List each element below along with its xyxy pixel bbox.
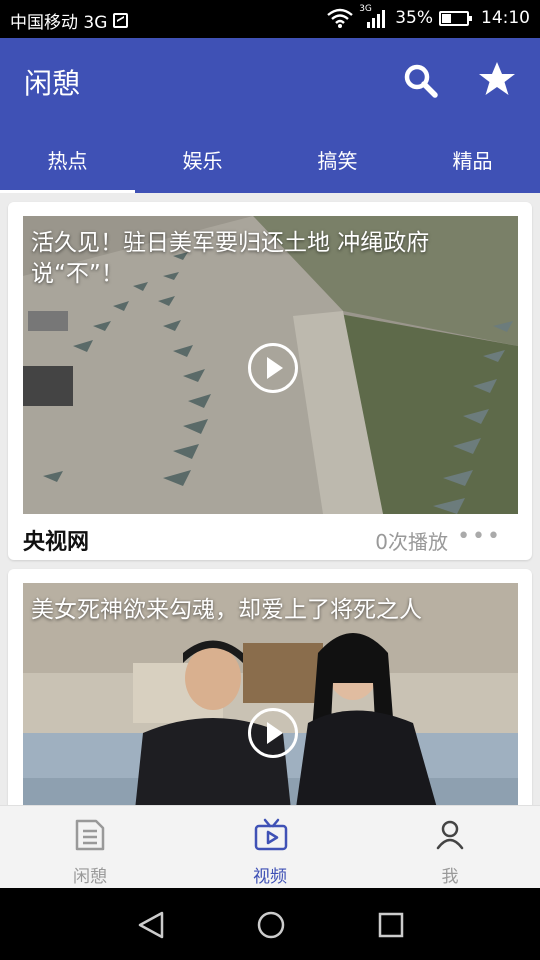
app-bar: 闲憩 热点 娱乐 搞笑 精品 — [0, 38, 540, 193]
bottom-nav: 闲憩 视频 我 — [0, 805, 540, 888]
search-icon[interactable] — [402, 62, 438, 98]
play-count: 0次播放 — [375, 530, 448, 554]
nav-label: 我 — [441, 867, 459, 887]
carrier-label: 中国移动 3G — [10, 13, 108, 33]
nav-label: 闲憩 — [73, 867, 107, 887]
tab-label: 搞笑 — [317, 149, 358, 173]
tab-label: 娱乐 — [182, 149, 223, 173]
battery-icon — [439, 10, 472, 26]
image-icon — [113, 13, 129, 28]
article-icon — [75, 819, 105, 851]
card-footer: 央视网 0次播放 ••• — [23, 520, 520, 556]
video-source[interactable]: 央视网 — [23, 524, 89, 556]
tab-entertainment[interactable]: 娱乐 — [135, 138, 270, 193]
app-title: 闲憩 — [24, 67, 81, 100]
play-icon[interactable] — [248, 343, 298, 393]
person-icon — [436, 820, 464, 850]
tab-funny[interactable]: 搞笑 — [270, 138, 405, 193]
clock: 14:10 — [481, 8, 530, 28]
wifi-icon — [327, 8, 353, 28]
back-icon[interactable] — [136, 910, 166, 940]
video-card[interactable]: 活久见！驻日美军要归还土地 冲绳政府说“不”！ 央视网 0次播放 ••• — [8, 202, 532, 560]
tab-featured[interactable]: 精品 — [405, 138, 540, 193]
tv-play-icon — [254, 818, 288, 851]
battery-percent: 35% — [395, 8, 433, 28]
category-tabs: 热点 娱乐 搞笑 精品 — [0, 138, 540, 193]
video-title: 美女死神欲来勾魂，却爱上了将死之人 — [31, 597, 422, 623]
tab-hot[interactable]: 热点 — [0, 138, 135, 193]
nav-leisure[interactable]: 闲憩 — [0, 806, 180, 888]
system-nav-bar — [0, 888, 540, 960]
home-icon[interactable] — [256, 910, 286, 940]
nav-label: 视频 — [253, 867, 287, 887]
status-bar: 中国移动 3G 3G 35% 14:10 — [0, 0, 540, 38]
more-icon[interactable]: ••• — [457, 524, 502, 549]
tab-label: 精品 — [452, 149, 493, 173]
recents-icon[interactable] — [376, 910, 406, 940]
video-thumbnail[interactable]: 美女死神欲来勾魂，却爱上了将死之人 — [23, 583, 518, 805]
tab-label: 热点 — [47, 149, 88, 173]
video-title: 活久见！驻日美军要归还土地 冲绳政府说“不”！ — [31, 230, 430, 287]
network-tag: 3G — [359, 4, 372, 14]
video-feed[interactable]: 活久见！驻日美军要归还土地 冲绳政府说“不”！ 央视网 0次播放 ••• 美女死… — [0, 193, 540, 805]
nav-me[interactable]: 我 — [360, 806, 540, 888]
video-card[interactable]: 美女死神欲来勾魂，却爱上了将死之人 — [8, 569, 532, 805]
video-thumbnail[interactable]: 活久见！驻日美军要归还土地 冲绳政府说“不”！ — [23, 216, 518, 514]
star-icon[interactable] — [478, 60, 516, 98]
play-icon[interactable] — [248, 708, 298, 758]
signal-icon: 3G — [359, 4, 389, 28]
nav-video[interactable]: 视频 — [180, 806, 360, 888]
